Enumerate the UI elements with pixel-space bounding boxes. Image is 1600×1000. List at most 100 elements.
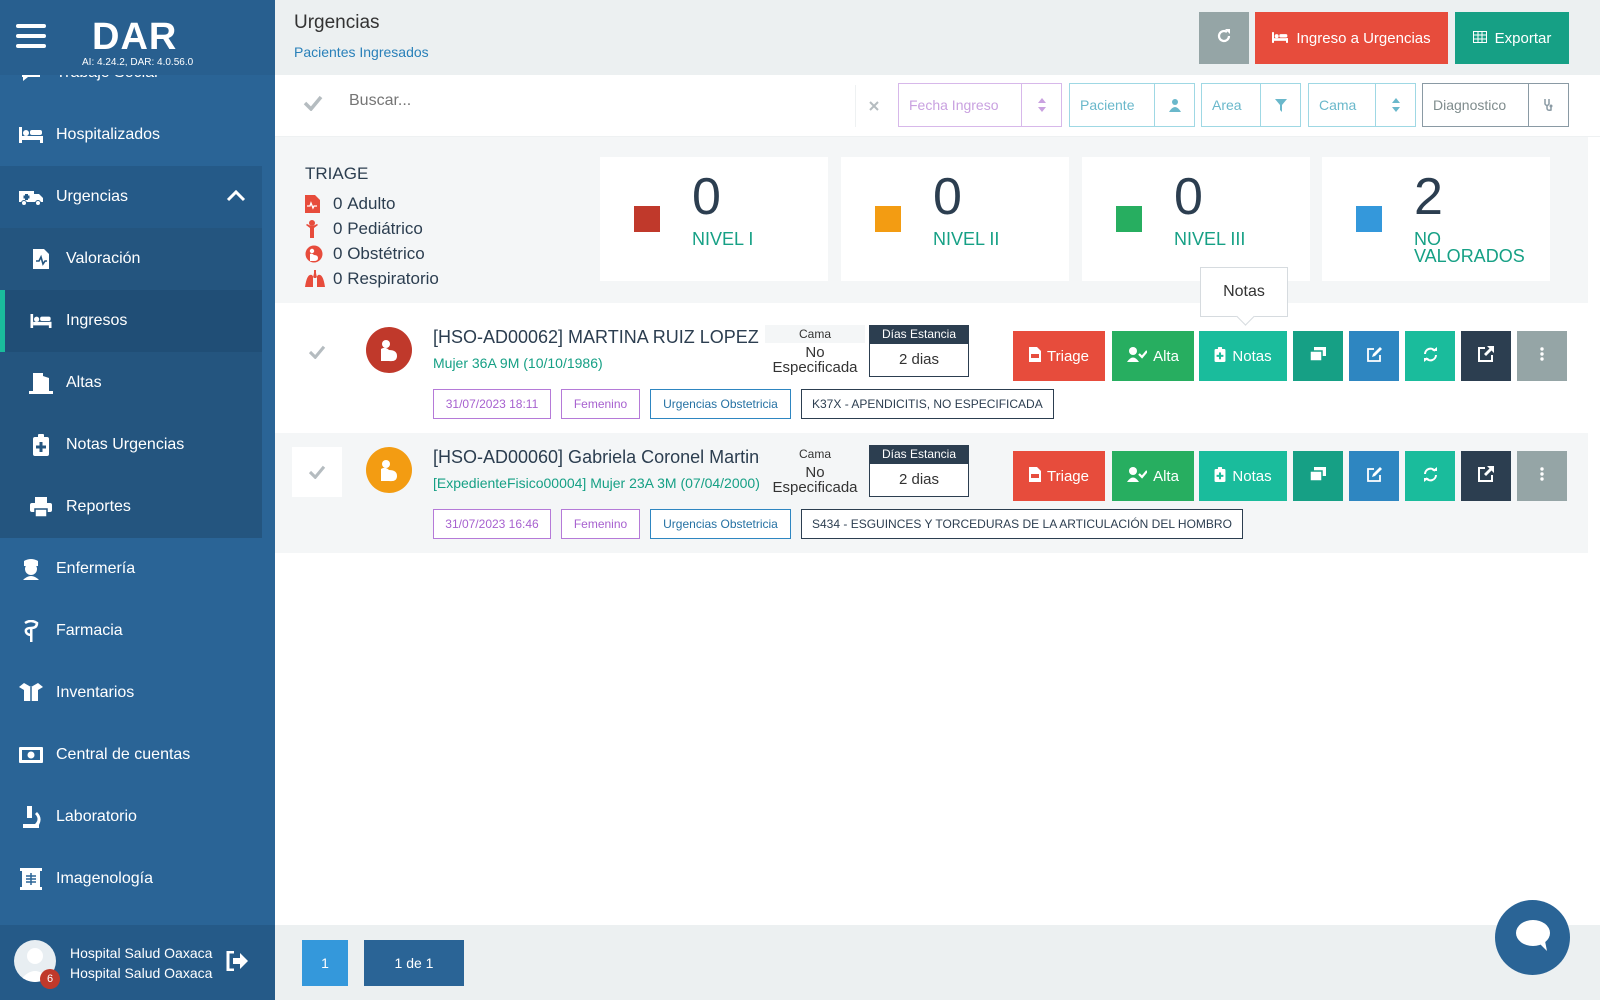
hamburger-menu-icon[interactable] <box>16 24 46 48</box>
alta-button[interactable]: Alta <box>1112 451 1194 501</box>
ellipsis-vertical-icon <box>1540 467 1544 485</box>
lungs-icon <box>305 270 333 287</box>
triage-summary: TRIAGE 0 Adulto 0 Pediátrico 0 Obstétric… <box>275 137 1588 303</box>
sidebar-item-farmacia[interactable]: Farmacia <box>0 600 262 662</box>
ingreso-urgencias-button[interactable]: Ingreso a Urgencias <box>1255 12 1448 64</box>
sync-button[interactable] <box>1405 451 1455 501</box>
more-options-button[interactable] <box>1517 451 1567 501</box>
alta-button[interactable]: Alta <box>1112 331 1194 381</box>
filter-fecha-ingreso[interactable]: Fecha Ingreso <box>898 83 1062 127</box>
sidebar-item-central-cuentas[interactable]: Central de cuentas <box>0 724 262 786</box>
table-row: [HSO-AD00062] MARTINA RUIZ LOPEZ Mujer 3… <box>275 313 1588 433</box>
sidebar-item-enfermeria[interactable]: Enfermería <box>0 538 262 600</box>
app-version: AI: 4.24.2, DAR: 4.0.56.0 <box>82 57 194 68</box>
triage-button[interactable]: Triage <box>1013 451 1105 501</box>
patient-info: [ExpedienteFisico00004] Mujer 23A 3M (07… <box>433 475 760 491</box>
export-button[interactable]: Exportar <box>1455 12 1569 64</box>
patient-name[interactable]: [HSO-AD00060] Gabriela Coronel Martinez <box>433 447 760 468</box>
notification-badge: 6 <box>40 969 60 989</box>
nurse-icon <box>18 558 44 580</box>
level-count: 0 <box>933 168 962 226</box>
sidebar-item-reportes[interactable]: Reportes <box>0 476 262 538</box>
sidebar-item-notas-urgencias[interactable]: Notas Urgencias <box>0 414 262 476</box>
more-options-button[interactable] <box>1517 331 1567 381</box>
notes-medical-icon <box>1214 346 1226 366</box>
filter-cama[interactable]: Cama <box>1308 83 1416 127</box>
filter-paciente[interactable]: Paciente <box>1069 83 1195 127</box>
search-input[interactable] <box>349 92 829 110</box>
sidebar-item-inventarios[interactable]: Inventarios <box>0 662 262 724</box>
triage-label: Triage <box>1047 347 1089 365</box>
edit-button[interactable] <box>1349 331 1399 381</box>
clone-icon <box>1309 347 1326 365</box>
clear-search-icon[interactable] <box>855 85 891 127</box>
logout-icon[interactable] <box>226 950 248 976</box>
door-open-icon <box>28 372 54 394</box>
patient-name[interactable]: [HSO-AD00062] MARTINA RUIZ LOPEZ <box>433 327 760 348</box>
nivel-3-card[interactable]: 0 NIVEL III <box>1082 157 1310 281</box>
chat-button[interactable] <box>1495 900 1570 975</box>
notas-button[interactable]: Notas <box>1199 331 1287 381</box>
filter-area[interactable]: Area <box>1201 83 1301 127</box>
notes-medical-icon <box>1214 466 1226 486</box>
recetas-button[interactable] <box>1293 451 1343 501</box>
triage-respiratorio: 0 Respiratorio <box>305 266 439 291</box>
sidebar-item-label: Enfermería <box>56 560 136 577</box>
sync-button[interactable] <box>1405 331 1455 381</box>
sidebar-item-urgencias[interactable]: Urgencias <box>0 166 262 228</box>
sidebar-item-label: Central de cuentas <box>56 746 191 763</box>
sidebar-item-label: Notas Urgencias <box>66 436 185 453</box>
sidebar-item-hospitalizados[interactable]: Hospitalizados <box>0 104 262 166</box>
page-indicator[interactable]: 1 de 1 <box>364 940 464 986</box>
user-check-icon <box>1127 346 1148 366</box>
pharmacy-icon <box>18 620 44 642</box>
dias-estancia-label: Días Estancia <box>869 325 969 343</box>
sidebar-user-panel: 6 Hospital Salud Oaxaca Hospital Salud O… <box>0 925 275 1000</box>
triage-count: 0 <box>333 193 343 213</box>
refresh-button[interactable] <box>1199 12 1249 64</box>
nivel-1-card[interactable]: 0 NIVEL I <box>600 157 828 281</box>
sidebar-item-altas[interactable]: Altas <box>0 352 262 414</box>
child-icon <box>305 219 333 238</box>
sidebar: Trabajo Social Hospitalizados Urgencias … <box>0 0 275 1000</box>
sidebar-item-valoracion[interactable]: Valoración <box>0 228 262 290</box>
sidebar-item-imagenologia[interactable]: Imagenología <box>0 848 262 910</box>
row-check-icon[interactable] <box>292 327 342 377</box>
row-check-icon[interactable] <box>292 447 342 497</box>
notas-button[interactable]: Notas <box>1199 451 1287 501</box>
user-info: Hospital Salud Oaxaca Hospital Salud Oax… <box>70 943 212 983</box>
diagnostico-tag: K37X - APENDICITIS, NO ESPECIFICADA <box>801 389 1054 419</box>
no-valorados-card[interactable]: 2 NO VALORADOS <box>1322 157 1550 281</box>
money-bill-icon <box>18 747 44 763</box>
sidebar-item-ingresos[interactable]: Ingresos <box>0 290 262 352</box>
main-content: Urgencias Pacientes Ingresados Ingreso a… <box>275 0 1600 1000</box>
filter-label: Cama <box>1319 97 1357 113</box>
filter-label: Area <box>1212 97 1242 113</box>
recetas-button[interactable] <box>1293 331 1343 381</box>
sync-icon <box>1423 466 1438 486</box>
select-all-check-icon[interactable] <box>303 95 323 116</box>
edit-button[interactable] <box>1349 451 1399 501</box>
level-color-swatch <box>875 206 901 232</box>
user-check-icon <box>1127 466 1148 486</box>
filter-diagnostico[interactable]: Diagnostico <box>1422 83 1569 127</box>
alta-label: Alta <box>1153 347 1179 365</box>
ingreso-label: Ingreso a Urgencias <box>1296 29 1431 47</box>
page-button[interactable]: 1 <box>302 940 348 986</box>
breadcrumb[interactable]: Pacientes Ingresados <box>294 44 429 60</box>
level-label: NIVEL II <box>933 229 1000 249</box>
page-header: Urgencias Pacientes Ingresados Ingreso a… <box>275 0 1600 75</box>
triage-button[interactable]: Triage <box>1013 331 1105 381</box>
sidebar-item-laboratorio[interactable]: Laboratorio <box>0 786 262 848</box>
print-icon <box>28 497 54 517</box>
nivel-2-card[interactable]: 0 NIVEL II <box>841 157 1069 281</box>
open-external-button[interactable] <box>1461 331 1511 381</box>
sidebar-item-label: Inventarios <box>56 684 135 701</box>
page-title: Urgencias <box>294 12 380 33</box>
sidebar-item-label: Hospitalizados <box>56 126 161 143</box>
open-external-button[interactable] <box>1461 451 1511 501</box>
sidebar-brand: DAR AI: 4.24.2, DAR: 4.0.56.0 <box>0 0 275 75</box>
notes-medical-icon <box>28 434 54 456</box>
filter-bar: Fecha Ingreso Paciente Area Cama Diagnos… <box>275 75 1600 137</box>
diagnostico-tag: S434 - ESGUINCES Y TORCEDURAS DE LA ARTI… <box>801 509 1243 539</box>
